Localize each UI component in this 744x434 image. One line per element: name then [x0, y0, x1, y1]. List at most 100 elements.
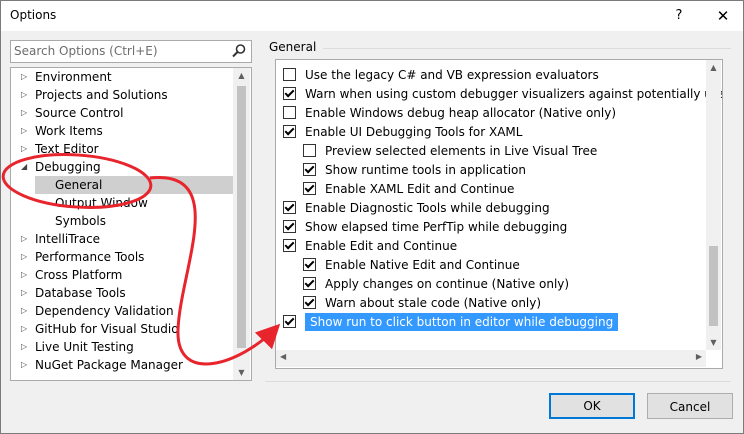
tree-item-label: Debugging: [35, 160, 101, 174]
scroll-down-icon[interactable]: ▼: [706, 338, 721, 347]
tree-item[interactable]: ▷ Text Editor: [11, 140, 233, 158]
tree-item-label: Projects and Solutions: [35, 88, 168, 102]
expand-icon[interactable]: ▷: [21, 104, 31, 122]
tree-item[interactable]: ▷ Projects and Solutions: [11, 86, 233, 104]
options-dialog: Options ? ✕ ▷ Environment ▷ Projects and So…: [0, 0, 744, 434]
option-row[interactable]: Enable XAML Edit and Continue: [303, 180, 703, 198]
expand-icon[interactable]: ▷: [21, 122, 31, 140]
option-checkbox[interactable]: [303, 182, 316, 195]
option-row[interactable]: Enable Native Edit and Continue: [303, 256, 703, 274]
group-title: General: [269, 40, 317, 54]
option-checkbox[interactable]: [283, 68, 296, 81]
expand-icon[interactable]: ▷: [21, 230, 31, 248]
tree-item-label: Text Editor: [35, 142, 99, 156]
option-checkbox[interactable]: [303, 258, 316, 271]
scroll-thumb[interactable]: [709, 246, 718, 326]
option-row[interactable]: Preview selected elements in Live Visual…: [303, 142, 703, 160]
tree-item[interactable]: ▷ NuGet Package Manager: [11, 356, 233, 374]
expand-icon[interactable]: ▷: [21, 266, 31, 284]
search-box[interactable]: [10, 40, 252, 63]
option-row[interactable]: Warn about stale code (Native only): [303, 294, 703, 312]
option-checkbox[interactable]: [283, 220, 296, 233]
tree-item[interactable]: ◢ Debugging: [11, 158, 233, 176]
tree-item[interactable]: ▷ Performance Tools: [11, 248, 233, 266]
options-hscrollbar[interactable]: ◀ ▶: [276, 350, 706, 367]
search-icon[interactable]: [231, 43, 247, 59]
option-row[interactable]: Enable Edit and Continue: [283, 237, 703, 255]
help-button[interactable]: ?: [661, 1, 697, 31]
cancel-button[interactable]: Cancel: [647, 393, 733, 419]
option-row[interactable]: Enable Diagnostic Tools while debugging: [283, 199, 703, 217]
option-label: Show run to click button in editor while…: [305, 313, 619, 331]
ok-button[interactable]: OK: [549, 393, 635, 419]
option-row[interactable]: Show elapsed time PerfTip while debuggin…: [283, 218, 703, 236]
option-label: Show elapsed time PerfTip while debuggin…: [305, 220, 568, 234]
window-title: Options: [10, 8, 57, 22]
option-checkbox[interactable]: [283, 315, 296, 328]
tree-scrollbar[interactable]: ▲ ▼: [233, 68, 250, 380]
scroll-thumb[interactable]: [237, 86, 246, 348]
option-label: Use the legacy C# and VB expression eval…: [305, 68, 599, 82]
option-checkbox[interactable]: [303, 296, 316, 309]
options-panel: Use the legacy C# and VB expression eval…: [275, 59, 723, 369]
tree-item-label: GitHub for Visual Studio: [35, 322, 179, 336]
option-checkbox[interactable]: [283, 106, 296, 119]
scroll-down-icon[interactable]: ▼: [233, 368, 250, 377]
option-label: Show runtime tools in application: [325, 163, 526, 177]
tree-item[interactable]: ▷ IntelliTrace: [11, 230, 233, 248]
collapse-icon[interactable]: ◢: [21, 158, 31, 176]
option-row[interactable]: Use the legacy C# and VB expression eval…: [283, 66, 703, 84]
tree-item[interactable]: General: [35, 176, 233, 194]
option-row[interactable]: Enable UI Debugging Tools for XAML: [283, 123, 703, 141]
scroll-left-icon[interactable]: ◀: [280, 352, 286, 361]
tree-item-label: Performance Tools: [35, 250, 145, 264]
tree-item[interactable]: ▷ Work Items: [11, 122, 233, 140]
option-row[interactable]: Show run to click button in editor while…: [283, 313, 703, 331]
tree-item[interactable]: ▷ Source Control: [11, 104, 233, 122]
option-checkbox[interactable]: [303, 277, 316, 290]
close-button[interactable]: ✕: [705, 1, 741, 31]
option-checkbox[interactable]: [283, 87, 296, 100]
option-checkbox[interactable]: [283, 125, 296, 138]
tree-item[interactable]: ▷ Dependency Validation: [11, 302, 233, 320]
option-row[interactable]: Show runtime tools in application: [303, 161, 703, 179]
option-checkbox[interactable]: [303, 163, 316, 176]
tree-item[interactable]: Output Window: [11, 194, 233, 212]
tree-item[interactable]: ▷ Environment: [11, 68, 233, 86]
option-label: Apply changes on continue (Native only): [325, 277, 570, 291]
tree-item-label: IntelliTrace: [35, 232, 101, 246]
tree-item[interactable]: Symbols: [11, 212, 233, 230]
expand-icon[interactable]: ▷: [21, 302, 31, 320]
option-label: Enable Windows debug heap allocator (Nat…: [305, 106, 617, 120]
tree-item-label: Output Window: [55, 196, 148, 210]
expand-icon[interactable]: ▷: [21, 338, 31, 356]
options-tree: ▷ Environment ▷ Projects and Solutions ▷ Sour…: [10, 67, 252, 381]
expand-icon[interactable]: ▷: [21, 248, 31, 266]
expand-icon[interactable]: ▷: [21, 140, 31, 158]
tree-item[interactable]: ▷ Database Tools: [11, 284, 233, 302]
tree-item[interactable]: ▷ GitHub for Visual Studio: [11, 320, 233, 338]
footer-divider: [265, 381, 731, 382]
expand-icon[interactable]: ▷: [21, 320, 31, 338]
option-row[interactable]: Warn when using custom debugger visualiz…: [283, 85, 722, 103]
tree-item-label: Work Items: [35, 124, 103, 138]
expand-icon[interactable]: ▷: [21, 68, 31, 86]
tree-item[interactable]: ▷ Cross Platform: [11, 266, 233, 284]
tree-item[interactable]: ▷ Live Unit Testing: [11, 338, 233, 356]
option-checkbox[interactable]: [283, 201, 296, 214]
option-checkbox[interactable]: [283, 239, 296, 252]
option-row[interactable]: Enable Windows debug heap allocator (Nat…: [283, 104, 703, 122]
tree-item-label: Dependency Validation: [35, 304, 174, 318]
option-label: Preview selected elements in Live Visual…: [325, 144, 598, 158]
search-input[interactable]: [14, 42, 226, 60]
scroll-up-icon[interactable]: ▲: [233, 71, 250, 80]
expand-icon[interactable]: ▷: [21, 86, 31, 104]
option-checkbox[interactable]: [303, 144, 316, 157]
expand-icon[interactable]: ▷: [21, 284, 31, 302]
option-row[interactable]: Apply changes on continue (Native only): [303, 275, 703, 293]
title-bar: Options ? ✕: [1, 1, 743, 31]
scroll-up-icon[interactable]: ▲: [706, 63, 721, 72]
expand-icon[interactable]: ▷: [21, 356, 31, 374]
scroll-right-icon[interactable]: ▶: [696, 352, 702, 361]
options-scrollbar[interactable]: ▲ ▼: [706, 60, 721, 350]
